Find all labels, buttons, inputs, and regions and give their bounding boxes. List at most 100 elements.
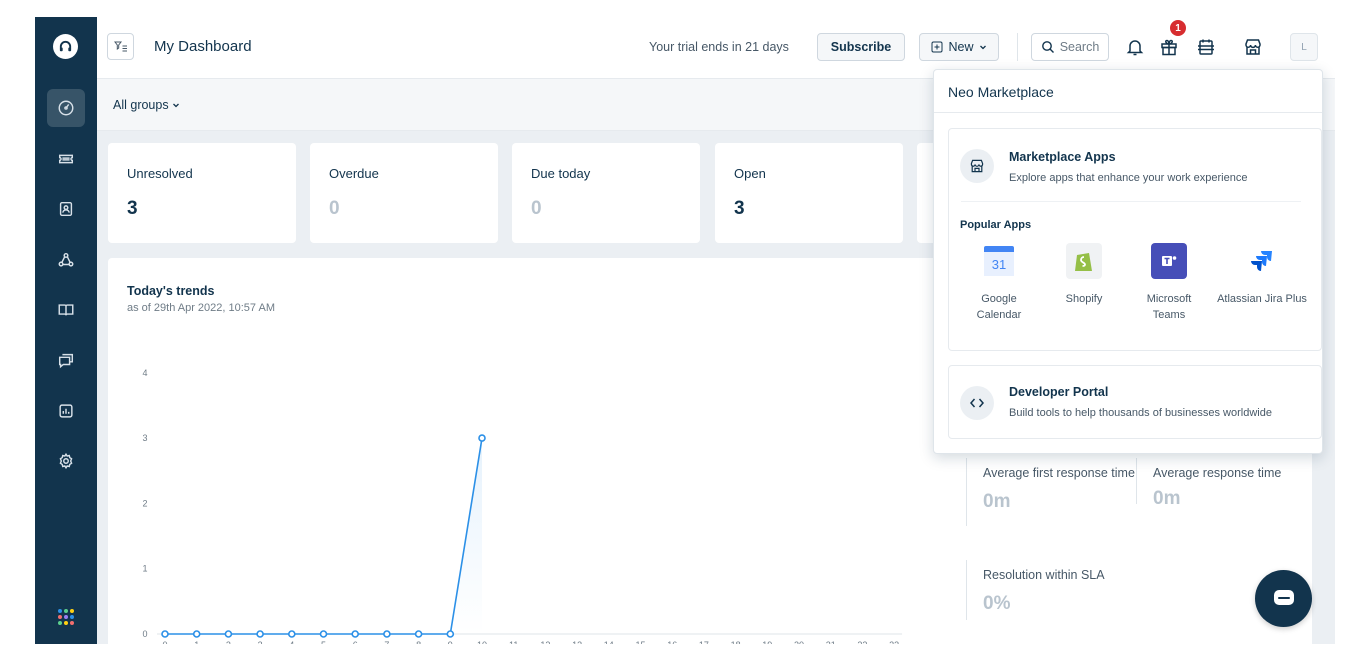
popular-apps-title: Popular Apps bbox=[960, 219, 1032, 231]
x-tick-label: 9 bbox=[448, 640, 453, 644]
x-tick-label: 16 bbox=[667, 640, 677, 644]
chevron-down-icon bbox=[173, 103, 180, 108]
stat-divider bbox=[1136, 458, 1137, 504]
subscribe-button[interactable]: Subscribe bbox=[817, 33, 905, 61]
app-google-calendar[interactable]: 31 Google Calendar bbox=[961, 243, 1037, 323]
metric-card-open[interactable]: Open 3 bbox=[715, 143, 903, 243]
metric-card-unresolved[interactable]: Unresolved 3 bbox=[108, 143, 296, 243]
section-divider bbox=[961, 201, 1301, 202]
data-point bbox=[161, 630, 169, 638]
developer-portal-heading: Developer Portal bbox=[1009, 385, 1109, 399]
new-button[interactable]: New bbox=[919, 33, 999, 61]
bell-icon[interactable] bbox=[1123, 35, 1147, 59]
avatar[interactable]: L bbox=[1290, 33, 1318, 61]
google-calendar-icon: 31 bbox=[981, 243, 1017, 279]
x-tick-label: 10 bbox=[477, 640, 487, 644]
groups-icon[interactable] bbox=[47, 241, 85, 279]
forums-icon[interactable] bbox=[47, 341, 85, 379]
stat-divider bbox=[966, 560, 967, 620]
x-tick-label: 13 bbox=[572, 640, 582, 644]
groups-dropdown[interactable]: All groups bbox=[113, 98, 180, 112]
x-tick-label: 4 bbox=[289, 640, 294, 644]
tickets-icon[interactable] bbox=[47, 140, 85, 178]
app-microsoft-teams[interactable]: Microsoft Teams bbox=[1131, 243, 1207, 323]
stat-value: 0m bbox=[983, 491, 1011, 512]
headset-logo-icon[interactable] bbox=[53, 34, 78, 59]
marketplace-apps-link[interactable]: Marketplace Apps Explore apps that enhan… bbox=[949, 129, 1321, 199]
metric-label: Overdue bbox=[329, 166, 379, 181]
filter-toggle-button[interactable] bbox=[107, 33, 134, 60]
data-point bbox=[414, 630, 423, 638]
stat-value: 0m bbox=[1153, 488, 1181, 509]
calendar-list-icon[interactable] bbox=[1194, 35, 1218, 59]
app-name: Google Calendar bbox=[976, 293, 1022, 321]
x-tick-label: 5 bbox=[321, 640, 326, 644]
filter-icon bbox=[113, 41, 127, 51]
x-tick-label: 14 bbox=[604, 640, 614, 644]
chat-widget-button[interactable] bbox=[1255, 570, 1312, 627]
groups-label: All groups bbox=[113, 98, 169, 112]
y-tick-label: 4 bbox=[142, 368, 147, 378]
x-tick-label: 21 bbox=[826, 640, 836, 644]
store-icon bbox=[960, 149, 994, 183]
developer-portal-link[interactable]: Developer Portal Build tools to help tho… bbox=[948, 365, 1322, 439]
data-point bbox=[256, 630, 264, 638]
apps-grid-icon[interactable] bbox=[58, 609, 74, 625]
solutions-icon[interactable] bbox=[47, 291, 85, 329]
search-button[interactable]: Search bbox=[1031, 33, 1109, 61]
marketplace-dropdown: Neo Marketplace Marketplace Apps Explore… bbox=[933, 69, 1323, 454]
stat-avg-response: Average response time 0m bbox=[1153, 464, 1303, 510]
app-shopify[interactable]: Shopify bbox=[1046, 243, 1122, 307]
x-tick-label: 15 bbox=[635, 640, 645, 644]
metric-value: 0 bbox=[531, 198, 542, 219]
data-point bbox=[446, 630, 455, 638]
marketplace-divider bbox=[934, 112, 1322, 113]
y-tick-label: 1 bbox=[142, 564, 147, 574]
shopify-icon bbox=[1066, 243, 1102, 279]
y-tick-label: 2 bbox=[142, 498, 147, 508]
trial-notice: Your trial ends in 21 days bbox=[649, 40, 789, 54]
marketplace-apps-desc: Explore apps that enhance your work expe… bbox=[1009, 172, 1248, 184]
metric-value: 3 bbox=[734, 198, 745, 219]
x-tick-label: 19 bbox=[762, 640, 772, 644]
data-point bbox=[319, 630, 328, 638]
jira-icon bbox=[1244, 243, 1280, 279]
gift-icon[interactable] bbox=[1157, 35, 1181, 59]
x-tick-label: 18 bbox=[731, 640, 741, 644]
series-line bbox=[165, 437, 483, 635]
data-point bbox=[288, 630, 296, 638]
new-button-label: New bbox=[948, 40, 974, 54]
plus-square-icon bbox=[931, 41, 943, 53]
metric-card-overdue[interactable]: Overdue 0 bbox=[310, 143, 498, 243]
marketplace-store-icon[interactable] bbox=[1241, 35, 1265, 59]
stat-value: 0% bbox=[983, 593, 1011, 614]
reports-icon[interactable] bbox=[47, 392, 85, 430]
settings-icon[interactable] bbox=[47, 442, 85, 480]
x-tick-label: 20 bbox=[794, 640, 804, 644]
x-tick-label: 2 bbox=[226, 640, 231, 644]
x-tick-label: 3 bbox=[258, 640, 263, 644]
stat-avg-first-response: Average first response time 0m bbox=[983, 464, 1143, 513]
x-tick-label: 22 bbox=[857, 640, 867, 644]
app-window: My Dashboard Your trial ends in 21 days … bbox=[35, 17, 1335, 644]
y-tick-label: 0 bbox=[142, 629, 147, 639]
x-tick-label: 11 bbox=[509, 640, 518, 644]
app-name: Microsoft Teams bbox=[1146, 293, 1192, 321]
dashboard-icon[interactable] bbox=[47, 89, 85, 127]
app-atlassian-jira[interactable]: Atlassian Jira Plus bbox=[1216, 243, 1308, 307]
data-point bbox=[192, 630, 201, 638]
header-divider bbox=[1017, 33, 1018, 61]
data-point bbox=[478, 434, 486, 442]
y-tick-label: 3 bbox=[142, 433, 147, 443]
data-point bbox=[383, 630, 391, 638]
search-label: Search bbox=[1059, 40, 1100, 54]
app-name: Atlassian Jira Plus bbox=[1217, 293, 1307, 305]
x-tick-label: 8 bbox=[416, 640, 421, 644]
code-icon bbox=[960, 386, 994, 420]
developer-portal-desc: Build tools to help thousands of busines… bbox=[1009, 407, 1272, 419]
metric-card-due-today[interactable]: Due today 0 bbox=[512, 143, 700, 243]
x-tick-label: 6 bbox=[353, 640, 358, 644]
contacts-icon[interactable] bbox=[47, 190, 85, 228]
stat-label: Average first response time bbox=[983, 466, 1135, 480]
stat-divider bbox=[966, 458, 967, 526]
